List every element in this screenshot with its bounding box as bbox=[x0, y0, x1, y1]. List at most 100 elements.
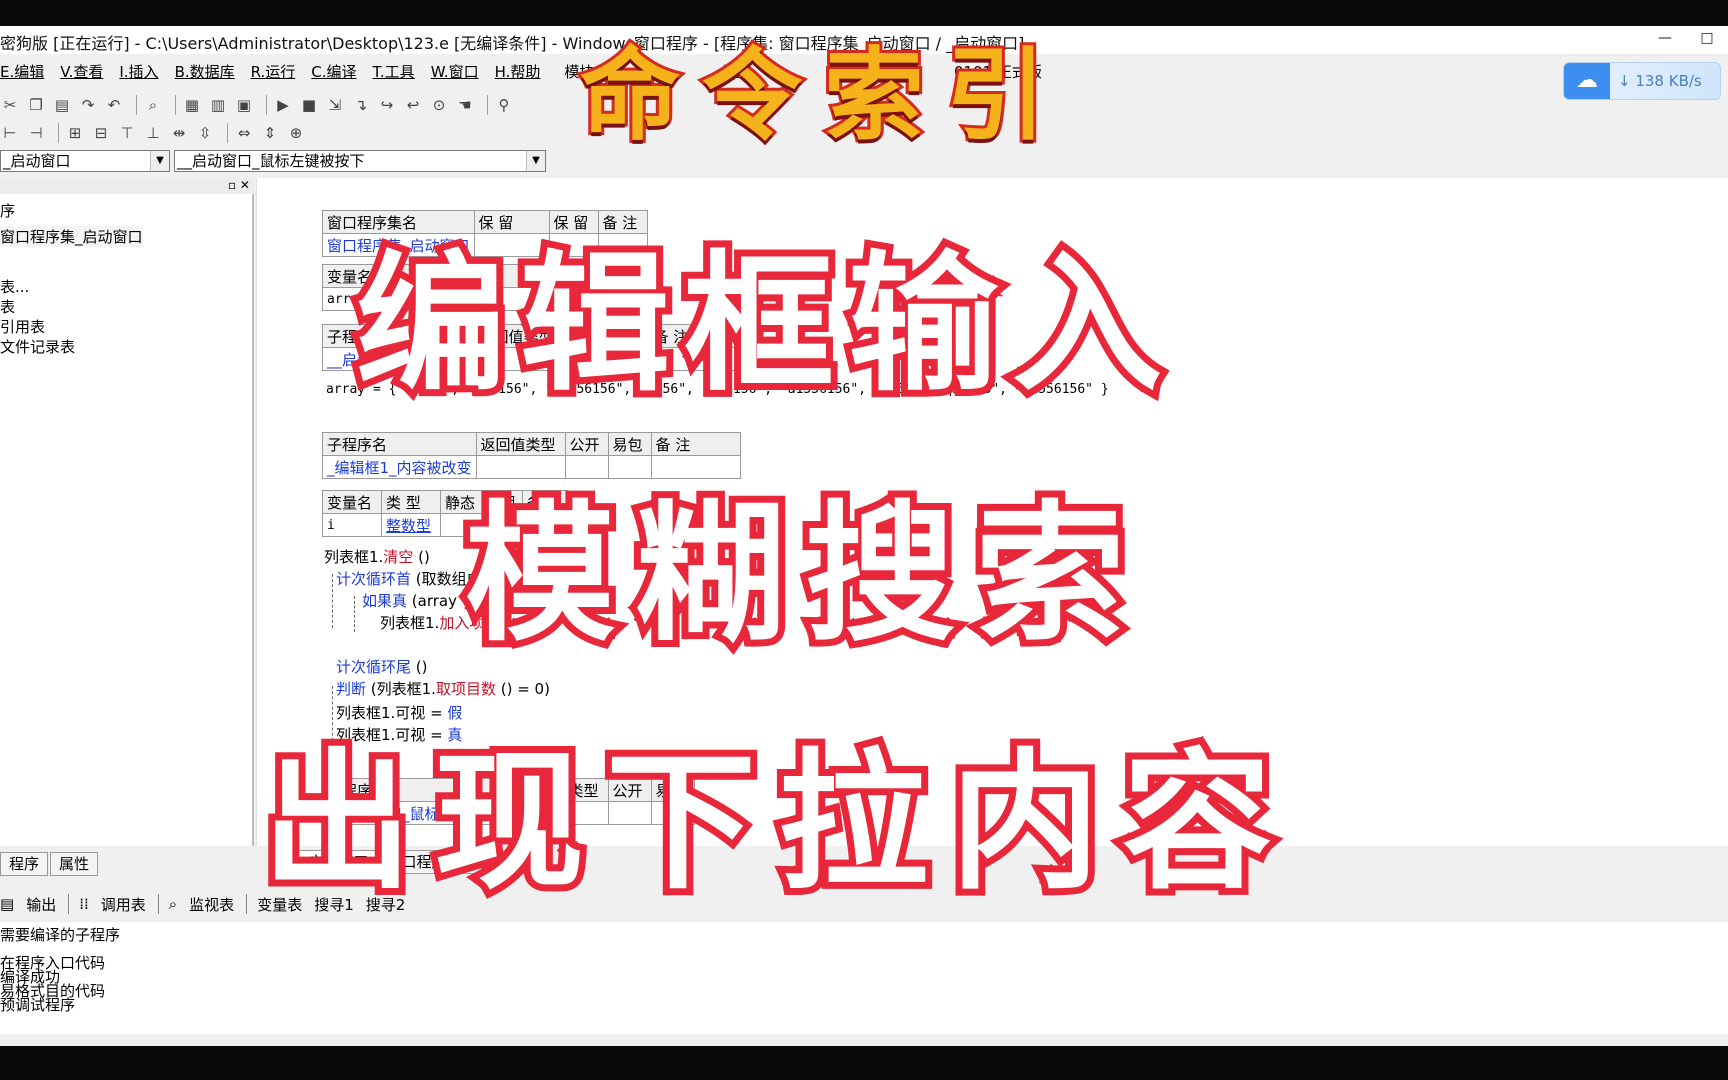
paste-icon[interactable]: ▤ bbox=[52, 96, 72, 114]
tree-item-class[interactable]: 窗口程序集_启动窗口 bbox=[0, 226, 143, 247]
menu-run[interactable]: R.运行 bbox=[251, 59, 296, 85]
var-type-cell[interactable]: 整数型 bbox=[381, 513, 441, 537]
code-keyword: 计次循环首 bbox=[336, 570, 412, 588]
tab-divider bbox=[68, 894, 70, 914]
toolbar-align: ⊢ ⊣ ⊞ ⊟ ⊤ ⊥ ⇹ ⇳ ⇔ ⇕ ⊕ bbox=[0, 120, 312, 146]
tab-divider bbox=[157, 894, 159, 914]
align-bottom-icon[interactable]: ⊥ bbox=[143, 124, 163, 142]
table-header: 保 留 bbox=[473, 210, 550, 234]
code-line[interactable]: 列表框1.清空 () bbox=[324, 546, 430, 567]
tab-output[interactable]: 输出 bbox=[26, 894, 56, 915]
object-combo[interactable]: _启动窗口 ▼ bbox=[0, 150, 170, 172]
toolbar-divider bbox=[487, 95, 488, 115]
table-header: 子程序名 bbox=[322, 432, 477, 456]
loop-flow-line bbox=[332, 574, 333, 628]
toolbar-main: ✂ ❐ ▤ ↷ ↶ ⌕ ▦ ▥ ▣ ▶ ■ ⇲ ↴ ↪ ↩ ⊙ ☚ ⚲ bbox=[0, 92, 520, 118]
toolbar-divider bbox=[266, 95, 267, 115]
table-cell[interactable] bbox=[475, 455, 566, 479]
search-binoculars-icon[interactable]: ⚲ bbox=[494, 96, 514, 114]
space-v-icon[interactable]: ⇳ bbox=[195, 124, 215, 142]
cut-icon[interactable]: ✂ bbox=[0, 96, 20, 114]
step-over-icon[interactable]: ↪ bbox=[377, 96, 397, 114]
tree-item[interactable]: 序 bbox=[0, 200, 15, 221]
overlay-caption-line3: 出现下拉内容 bbox=[255, 736, 1295, 910]
code-line[interactable]: 如果真 (array bbox=[362, 590, 457, 611]
object-combo-value: _启动窗口 bbox=[3, 152, 71, 170]
code-method: 取项目数 bbox=[435, 680, 496, 698]
same-size-icon[interactable]: ⊕ bbox=[286, 124, 306, 142]
table-cell[interactable] bbox=[650, 455, 741, 479]
code-args: (列表框1. bbox=[366, 680, 436, 698]
step-into-icon[interactable]: ↴ bbox=[351, 96, 371, 114]
code-line[interactable]: 判断 (列表框1.取项目数 () = 0) bbox=[336, 678, 550, 699]
tree-item[interactable]: 表 bbox=[0, 296, 15, 317]
toolbar-divider bbox=[227, 123, 228, 143]
layout-2-icon[interactable]: ▥ bbox=[208, 96, 228, 114]
menu-tools[interactable]: T.工具 bbox=[373, 59, 415, 85]
overlay-top-caption: 命令索引 bbox=[577, 37, 1068, 154]
download-speed-widget[interactable]: ☁ ↓ 138 KB/s bbox=[1563, 62, 1721, 100]
code-method: 清空 bbox=[383, 548, 414, 566]
menu-view[interactable]: V.查看 bbox=[60, 59, 103, 85]
hand-icon[interactable]: ☚ bbox=[455, 96, 475, 114]
menu-compile[interactable]: C.编译 bbox=[311, 59, 356, 85]
copy-icon[interactable]: ❐ bbox=[26, 96, 46, 114]
menu-help[interactable]: H.帮助 bbox=[495, 59, 541, 85]
menu-window[interactable]: W.窗口 bbox=[431, 59, 479, 85]
tab-call-table[interactable]: 调用表 bbox=[101, 894, 146, 915]
var-name-cell[interactable]: i bbox=[322, 513, 382, 537]
output-icon: ▤ bbox=[0, 895, 15, 913]
run-icon[interactable]: ▶ bbox=[273, 96, 293, 114]
menu-edit[interactable]: E.编辑 bbox=[0, 59, 44, 85]
sub-table-edit-changed: 子程序名 返回值类型 公开 易包 备 注 _编辑框1_内容被改变 bbox=[322, 432, 741, 479]
code-line[interactable]: 计次循环尾 () bbox=[336, 656, 428, 677]
tree-item[interactable]: 文件记录表 bbox=[0, 336, 75, 357]
undo-icon[interactable]: ↶ bbox=[104, 96, 124, 114]
maximize-button[interactable]: □ bbox=[1686, 26, 1728, 54]
code-stmt: 列表框1.可视 = bbox=[336, 704, 448, 722]
code-keyword: 判断 bbox=[336, 680, 367, 698]
table-header: 保 留 bbox=[548, 210, 599, 234]
align-right-icon[interactable]: ⊣ bbox=[26, 124, 46, 142]
code-line[interactable]: 列表框1.可视 = 假 bbox=[336, 702, 462, 723]
find-icon[interactable]: ⌕ bbox=[143, 96, 163, 114]
window-buttons: — □ bbox=[1644, 26, 1728, 54]
table-header: 窗口程序集名 bbox=[322, 210, 475, 234]
redo-icon[interactable]: ↷ bbox=[78, 96, 98, 114]
align-left-icon[interactable]: ⊢ bbox=[0, 124, 20, 142]
table-cell[interactable] bbox=[564, 455, 609, 479]
toolbar-divider bbox=[58, 123, 59, 143]
step-icon[interactable]: ⇲ bbox=[325, 96, 345, 114]
tab-divider bbox=[246, 894, 248, 914]
table-cell[interactable] bbox=[607, 455, 652, 479]
left-tabs: 程序 属性 bbox=[0, 852, 100, 876]
tree-item[interactable]: 引用表 bbox=[0, 316, 45, 337]
chevron-down-icon[interactable]: ▼ bbox=[526, 151, 545, 171]
layout-3-icon[interactable]: ▣ bbox=[234, 96, 254, 114]
chevron-down-icon[interactable]: ▼ bbox=[150, 151, 169, 171]
tab-watch[interactable]: 监视表 bbox=[189, 894, 234, 915]
same-height-icon[interactable]: ⇕ bbox=[260, 124, 280, 142]
space-h-icon[interactable]: ⇹ bbox=[169, 124, 189, 142]
tab-program[interactable]: 程序 bbox=[0, 852, 49, 876]
center-v-icon[interactable]: ⊟ bbox=[91, 124, 111, 142]
tab-properties[interactable]: 属性 bbox=[50, 852, 99, 876]
if-flow-line bbox=[354, 596, 355, 632]
tree-item[interactable]: 表... bbox=[0, 276, 29, 297]
menu-database[interactable]: B.数据库 bbox=[175, 59, 235, 85]
center-h-icon[interactable]: ⊞ bbox=[65, 124, 85, 142]
event-combo[interactable]: __启动窗口_鼠标左键被按下 ▼ bbox=[174, 150, 546, 172]
close-icon[interactable]: ▫ ✕ bbox=[228, 178, 250, 192]
toolbar-divider bbox=[136, 95, 137, 115]
event-combo-value: __启动窗口_鼠标左键被按下 bbox=[177, 152, 365, 170]
stop-icon[interactable]: ■ bbox=[299, 96, 319, 114]
sub-name-cell[interactable]: _编辑框1_内容被改变 bbox=[322, 455, 477, 479]
align-top-icon[interactable]: ⊤ bbox=[117, 124, 137, 142]
layout-1-icon[interactable]: ▦ bbox=[182, 96, 202, 114]
breakpoint-icon[interactable]: ⊙ bbox=[429, 96, 449, 114]
toolbar-divider bbox=[175, 95, 176, 115]
menu-insert[interactable]: I.插入 bbox=[119, 59, 158, 85]
step-out-icon[interactable]: ↩ bbox=[403, 96, 423, 114]
minimize-button[interactable]: — bbox=[1644, 26, 1686, 54]
same-width-icon[interactable]: ⇔ bbox=[234, 124, 254, 142]
